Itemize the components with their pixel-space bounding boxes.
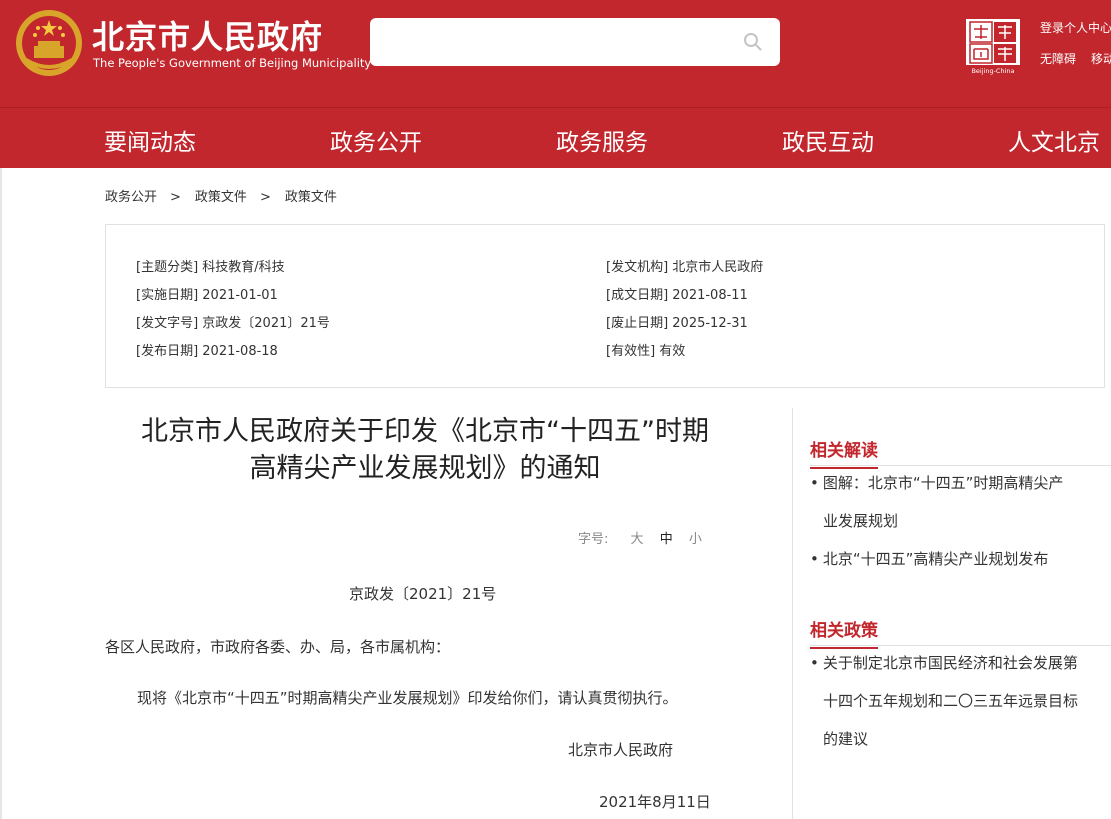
list-item-text[interactable]: 关于制定北京市国民经济和社会发展第 [823, 654, 1078, 672]
capital-seal-icon[interactable]: Beijing-China [963, 17, 1023, 75]
info-publish-date: [发布日期] 2021-08-18 [136, 344, 278, 359]
related-policy-item[interactable]: • 关于制定北京市国民经济和社会发展第 十四个五年规划和二〇三五年远景目标 的建议 [810, 644, 1100, 758]
search-input[interactable] [370, 18, 780, 66]
nav-item-government-affairs[interactable]: 政务公开 [330, 123, 422, 157]
page-border [0, 168, 2, 819]
site-header: 北京市人民政府 The People's Government of Beiji… [0, 0, 1111, 107]
font-size-label: 字号: [578, 532, 609, 547]
list-item-text[interactable]: 业发展规划 [823, 512, 898, 530]
list-item-text[interactable]: 的建议 [823, 730, 868, 748]
seal-caption: Beijing-China [971, 67, 1014, 75]
nav-item-government-services[interactable]: 政务服务 [556, 123, 648, 157]
breadcrumb-item[interactable]: 政策文件 [285, 190, 337, 205]
info-expire-date: [废止日期] 2025-12-31 [606, 316, 748, 331]
login-link[interactable]: 登录个人中心 [1040, 19, 1111, 36]
article-title-line: 高精尖产业发展规划》的通知 [249, 453, 601, 484]
bullet-icon: • [810, 474, 819, 492]
search-icon[interactable] [742, 31, 764, 53]
mobile-link[interactable]: 移动 [1091, 50, 1111, 67]
article-date: 2021年8月11日 [599, 793, 711, 811]
breadcrumb-item[interactable]: 政策文件 [195, 190, 247, 205]
info-issuer: [发文机构] 北京市人民政府 [606, 260, 764, 275]
font-size-medium-button[interactable]: 中 [660, 532, 673, 547]
info-validity: [有效性] 有效 [606, 344, 686, 359]
list-item-text[interactable]: 北京“十四五”高精尖产业规划发布 [823, 550, 1049, 568]
breadcrumb: 政务公开 > 政策文件 > 政策文件 [105, 186, 337, 205]
font-size-large-button[interactable]: 大 [631, 532, 644, 547]
nav-item-news[interactable]: 要闻动态 [104, 123, 196, 157]
info-effective-date: [实施日期] 2021-01-01 [136, 288, 278, 303]
national-emblem-icon[interactable] [14, 8, 84, 78]
accessibility-link[interactable]: 无障碍 [1040, 50, 1076, 67]
related-interpretation-item[interactable]: • 图解：北京市“十四五”时期高精尖产 业发展规划 [810, 464, 1100, 540]
site-title[interactable]: 北京市人民政府 [92, 12, 323, 58]
breadcrumb-item[interactable]: 政务公开 [105, 190, 157, 205]
document-info-box: [主题分类] 科技教育/科技 [实施日期] 2021-01-01 [发文字号] … [105, 224, 1105, 388]
info-doc-number: [发文字号] 京政发〔2021〕21号 [136, 316, 330, 331]
bullet-icon: • [810, 654, 819, 672]
nav-item-interaction[interactable]: 政民互动 [782, 123, 874, 157]
font-size-selector: 字号: 大 中 小 [578, 528, 702, 547]
info-written-date: [成文日期] 2021-08-11 [606, 288, 748, 303]
list-item-text[interactable]: 十四个五年规划和二〇三五年远景目标 [823, 692, 1078, 710]
font-size-small-button[interactable]: 小 [689, 532, 702, 547]
site-subtitle: The People's Government of Beijing Munic… [93, 56, 372, 70]
article-addressee: 各区人民政府，市政府各委、办、局，各市属机构： [105, 638, 451, 656]
info-topic: [主题分类] 科技教育/科技 [136, 260, 285, 275]
nav-item-culture[interactable]: 人文北京 [1008, 123, 1100, 157]
breadcrumb-separator: > [170, 190, 181, 205]
article-title: 北京市人民政府关于印发《北京市“十四五”时期 高精尖产业发展规划》的通知 [100, 413, 750, 487]
article-doc-number: 京政发〔2021〕21号 [349, 585, 497, 603]
bullet-icon: • [810, 550, 819, 568]
related-interpretation-item[interactable]: • 北京“十四五”高精尖产业规划发布 [810, 540, 1100, 578]
list-item-text[interactable]: 图解：北京市“十四五”时期高精尖产 [823, 474, 1064, 492]
breadcrumb-separator: > [259, 190, 271, 205]
article-body: 现将《北京市“十四五”时期高精尖产业发展规划》印发给你们，请认真贯彻执行。 [137, 689, 678, 707]
main-nav: 要闻动态 政务公开 政务服务 政民互动 人文北京 [0, 107, 1111, 168]
article-signer: 北京市人民政府 [568, 741, 674, 759]
article-title-line: 北京市人民政府关于印发《北京市“十四五”时期 [141, 416, 709, 447]
column-divider [792, 408, 793, 819]
